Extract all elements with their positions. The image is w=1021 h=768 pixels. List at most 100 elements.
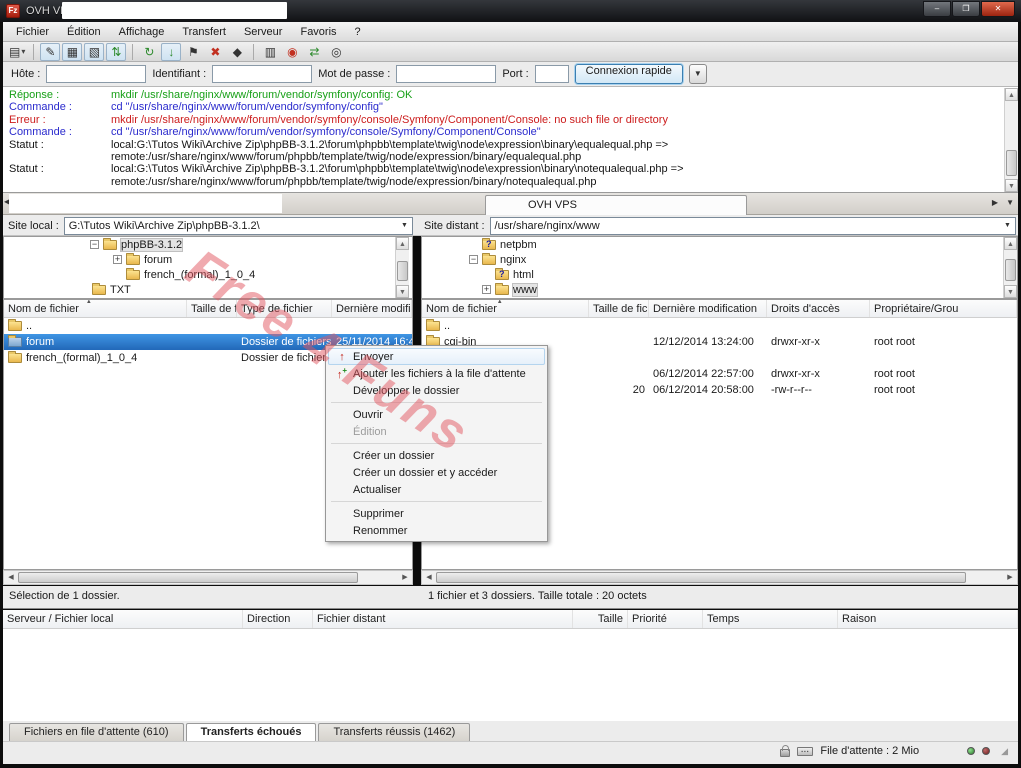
local-list-hscrollbar[interactable]: ◀ ▶ [3, 570, 413, 585]
tree-item[interactable]: TXT [4, 282, 412, 297]
menu-item[interactable] [331, 402, 542, 403]
menu-item[interactable]: Affichage [110, 24, 174, 40]
scroll-left-icon[interactable]: ◀ [4, 571, 18, 584]
local-path-combobox[interactable]: G:\Tutos Wiki\Archive Zip\phpBB-3.1.2\ ▼ [64, 217, 413, 235]
column-header-permissions[interactable]: Droits d'accès [767, 300, 870, 317]
expander-icon[interactable] [113, 270, 122, 279]
menu-item[interactable]: Serveur [235, 24, 292, 40]
menu-item[interactable]: Édition [58, 24, 110, 40]
menu-item[interactable]: Créer un dossier [328, 447, 545, 464]
remote-tree-scrollbar[interactable]: ▲ ▼ [1003, 237, 1017, 298]
sync-browsing-button[interactable]: ⇄ [304, 43, 324, 61]
menu-item[interactable]: Actualiser [328, 481, 545, 498]
menu-item[interactable]: Renommer [328, 522, 545, 539]
tree-item[interactable]: html [422, 267, 1017, 282]
queue-tab[interactable]: Fichiers en file d'attente (610) [9, 723, 184, 741]
process-queue-button[interactable]: ↓ [161, 43, 181, 61]
column-header-reason[interactable]: Raison [838, 610, 1018, 628]
toggle-remote-tree-button[interactable]: ▧ [84, 43, 104, 61]
tab-list-icon[interactable]: ▼ [1006, 198, 1014, 207]
site-manager-dropdown-icon[interactable]: ▾ [21, 47, 25, 56]
resize-grip[interactable]: ◢ [1001, 746, 1008, 757]
column-header-direction[interactable]: Direction [243, 610, 313, 628]
menu-item[interactable]: Développer le dossier [328, 382, 545, 399]
expander-icon[interactable]: + [113, 255, 122, 264]
speed-limit-icon[interactable]: ▪▪▪ [797, 747, 813, 756]
scrollbar-thumb[interactable] [397, 261, 408, 281]
expander-icon[interactable] [469, 240, 478, 249]
menu-item[interactable] [331, 501, 542, 502]
chevron-down-icon[interactable]: ▼ [1000, 218, 1015, 234]
remote-list-hscrollbar[interactable]: ◀ ▶ [421, 570, 1018, 585]
expander-icon[interactable]: + [482, 285, 491, 294]
menu-item[interactable]: ? [346, 24, 370, 40]
remote-path-combobox[interactable]: /usr/share/nginx/www ▼ [490, 217, 1016, 235]
column-header-time[interactable]: Temps [703, 610, 838, 628]
tree-item[interactable]: netpbm [422, 237, 1017, 252]
chevron-down-icon[interactable]: ▼ [397, 218, 412, 234]
menu-item[interactable]: Créer un dossier et y accéder [328, 464, 545, 481]
scrollbar-thumb[interactable] [1006, 150, 1017, 176]
site-manager-button[interactable]: ▤▾ [7, 43, 27, 61]
queue-tab[interactable]: Transferts réussis (1462) [318, 723, 470, 741]
cancel-operation-button[interactable]: ⚑ [183, 43, 203, 61]
toggle-queue-button[interactable]: ⇅ [106, 43, 126, 61]
column-header-size[interactable]: Taille de f... [187, 300, 237, 317]
toggle-message-log-button[interactable]: ✎ [40, 43, 60, 61]
menu-item[interactable]: Transfert [173, 24, 235, 40]
scroll-up-icon[interactable]: ▲ [396, 237, 409, 250]
scroll-down-icon[interactable]: ▼ [1005, 179, 1018, 192]
compare-directories-button[interactable]: ◉ [282, 43, 302, 61]
scroll-left-icon[interactable]: ◀ [422, 571, 436, 584]
column-header-modified[interactable]: Dernière modification [649, 300, 767, 317]
column-header-size[interactable]: Taille de fic... [589, 300, 649, 317]
quickconnect-button[interactable]: Connexion rapide [575, 64, 683, 84]
expander-icon[interactable] [79, 285, 88, 294]
column-header-name[interactable]: Nom de fichier▲ [422, 300, 589, 317]
menu-item[interactable]: Édition [328, 423, 545, 440]
tree-item[interactable]: − nginx [422, 252, 1017, 267]
table-row[interactable]: .. [4, 318, 412, 334]
menu-item[interactable]: Fichier [7, 24, 58, 40]
menu-item[interactable]: Favoris [291, 24, 345, 40]
close-button[interactable]: ✕ [981, 1, 1015, 17]
expander-icon[interactable]: − [469, 255, 478, 264]
column-header-type[interactable]: Type de fichier [237, 300, 332, 317]
expander-icon[interactable]: − [90, 240, 99, 249]
disconnect-button[interactable]: ✖ [205, 43, 225, 61]
scroll-down-icon[interactable]: ▼ [396, 285, 409, 298]
column-header-size[interactable]: Taille [573, 610, 628, 628]
column-header-modified[interactable]: Dernière modifica... [332, 300, 412, 317]
quickconnect-dropdown[interactable]: ▼ [689, 64, 707, 84]
reconnect-button[interactable]: ◆ [227, 43, 247, 61]
filter-button[interactable]: ▥ [260, 43, 280, 61]
column-header-local-file[interactable]: Serveur / Fichier local [3, 610, 243, 628]
table-row[interactable]: .. [422, 318, 1017, 334]
column-header-name[interactable]: Nom de fichier▲ [4, 300, 187, 317]
username-input[interactable] [212, 65, 312, 83]
local-tree-scrollbar[interactable]: ▲ ▼ [395, 237, 409, 298]
host-input[interactable] [46, 65, 146, 83]
server-tab-active[interactable]: OVH VPS [485, 195, 747, 215]
minimize-button[interactable]: – [923, 1, 951, 17]
password-input[interactable] [396, 65, 496, 83]
column-header-owner[interactable]: Propriétaire/Grou [870, 300, 1017, 317]
tree-item[interactable]: − phpBB-3.1.2 [4, 237, 412, 252]
menu-item[interactable]: Ouvrir [328, 406, 545, 423]
scroll-up-icon[interactable]: ▲ [1004, 237, 1017, 250]
queue-tab[interactable]: Transferts échoués [186, 723, 317, 741]
menu-item[interactable] [331, 443, 542, 444]
find-files-button[interactable]: ◎ [326, 43, 346, 61]
menu-item[interactable]: Supprimer [328, 505, 545, 522]
message-log-scrollbar[interactable]: ▲ ▼ [1004, 88, 1018, 192]
menu-item[interactable]: Ajouter les fichiers à la file d'attente [328, 365, 545, 382]
column-header-priority[interactable]: Priorité [628, 610, 703, 628]
scroll-up-icon[interactable]: ▲ [1005, 88, 1018, 101]
refresh-button[interactable]: ↻ [139, 43, 159, 61]
toggle-local-tree-button[interactable]: ▦ [62, 43, 82, 61]
menu-item[interactable]: Envoyer [328, 348, 545, 365]
column-header-remote-file[interactable]: Fichier distant [313, 610, 573, 628]
scroll-right-icon[interactable]: ▶ [1003, 571, 1017, 584]
expander-icon[interactable] [482, 270, 491, 279]
port-input[interactable] [535, 65, 569, 83]
